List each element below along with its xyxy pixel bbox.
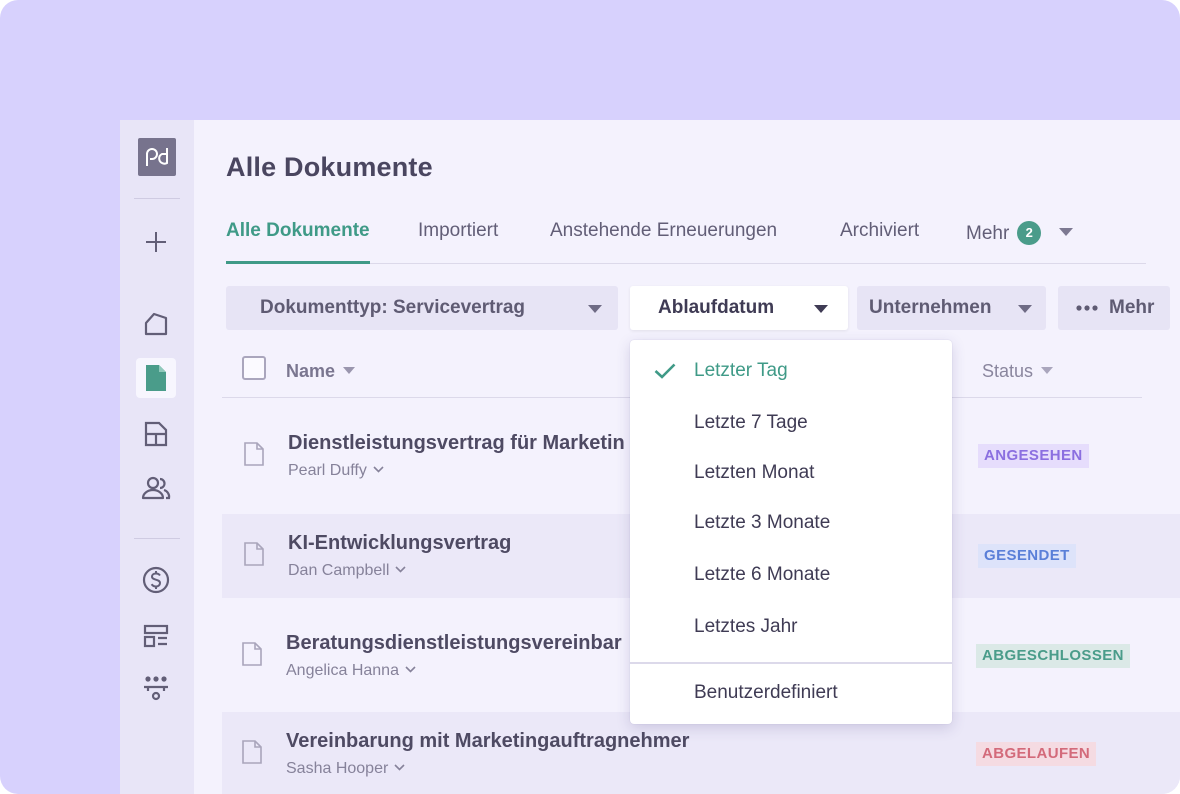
dropdown-option-custom[interactable]: Benutzerdefiniert [630, 668, 952, 718]
document-owner-name: Dan Campbell [288, 562, 390, 579]
document-icon [242, 642, 262, 666]
chevron-down-icon [1059, 216, 1074, 246]
filter-more-button[interactable]: Mehr [1058, 286, 1170, 330]
sidebar-item-home[interactable] [136, 304, 176, 344]
status-badge: GESENDET [978, 544, 1076, 568]
tab-upcoming-renewals[interactable]: Anstehende Erneuerungen [550, 216, 777, 264]
sidebar-item-contacts[interactable] [136, 468, 176, 508]
sidebar-item-templates[interactable] [136, 414, 176, 454]
tab-more[interactable]: Mehr 2 [966, 216, 1074, 264]
sidebar [120, 120, 194, 794]
sidebar-divider [134, 538, 180, 539]
dropdown-option-label: Letzter Tag [694, 360, 788, 381]
tab-more-label: Mehr [966, 223, 1010, 244]
document-title[interactable]: Beratungsdienstleistungsvereinbar [286, 632, 622, 655]
background-frame: Alle Dokumente Alle Dokumente Importiert… [0, 0, 1180, 794]
forms-icon [143, 624, 169, 648]
more-dots-icon [1076, 305, 1098, 311]
document-icon [244, 442, 264, 466]
select-all-checkbox[interactable] [242, 356, 266, 380]
tab-bar: Alle Dokumente Importiert Anstehende Ern… [226, 216, 1146, 264]
filter-expiry-date[interactable]: Ablaufdatum [630, 286, 848, 330]
chevron-down-icon [405, 660, 416, 678]
sidebar-item-forms[interactable] [136, 616, 176, 656]
document-title[interactable]: Vereinbarung mit Marketingauftragnehmer [286, 730, 689, 753]
dropdown-divider [630, 662, 952, 664]
dropdown-option-last-month[interactable]: Letzten Monat [630, 448, 952, 498]
dropdown-option-last-7-days[interactable]: Letzte 7 Tage [630, 398, 952, 448]
table-row[interactable]: Vereinbarung mit Marketingauftragnehmer … [222, 712, 1180, 794]
template-icon [144, 421, 168, 447]
tab-all-documents[interactable]: Alle Dokumente [226, 216, 370, 264]
sidebar-item-documents[interactable] [136, 358, 176, 398]
chevron-down-icon [395, 560, 406, 578]
tab-more-count-badge: 2 [1017, 221, 1042, 245]
document-icon [244, 542, 264, 566]
chevron-down-icon [1018, 305, 1032, 313]
document-owner[interactable]: Dan Campbell [288, 560, 406, 580]
document-owner-name: Pearl Duffy [288, 462, 367, 479]
filter-document-type[interactable]: Dokumenttyp: Servicevertrag [226, 286, 618, 330]
tab-archived[interactable]: Archiviert [840, 216, 919, 264]
tab-imported[interactable]: Importiert [418, 216, 498, 264]
dropdown-option-last-year[interactable]: Letztes Jahr [630, 602, 952, 652]
dropdown-option-last-6-months[interactable]: Letzte 6 Monate [630, 550, 952, 600]
filter-expiry-date-label: Ablaufdatum [658, 297, 775, 318]
logo-icon [146, 147, 168, 166]
document-owner[interactable]: Pearl Duffy [288, 460, 384, 480]
document-title[interactable]: Dienstleistungsvertrag für Marketin [288, 432, 625, 455]
filter-document-type-label: Dokumenttyp: Servicevertrag [260, 297, 526, 318]
document-owner-name: Sasha Hooper [286, 760, 389, 777]
sidebar-item-payments[interactable] [136, 560, 176, 600]
chevron-down-icon [814, 305, 828, 313]
column-header-name-label: Name [286, 361, 336, 381]
filter-more-label: Mehr [1109, 297, 1155, 318]
home-icon [144, 312, 168, 336]
checkmark-icon [654, 363, 676, 379]
column-header-status[interactable]: Status [982, 358, 1054, 382]
sidebar-item-workflows[interactable] [136, 668, 176, 708]
chevron-down-icon [394, 758, 405, 776]
status-badge: ABGESCHLOSSEN [976, 644, 1130, 668]
dropdown-option-last-day[interactable]: Letzter Tag [630, 346, 952, 396]
sort-caret-icon [1041, 358, 1054, 379]
logo[interactable] [138, 138, 176, 176]
document-owner[interactable]: Angelica Hanna [286, 660, 416, 680]
dollar-icon [142, 566, 170, 594]
filter-company-label: Unternehmen [869, 297, 992, 318]
document-title[interactable]: KI-Entwicklungsvertrag [288, 532, 511, 555]
chevron-down-icon [373, 460, 384, 478]
sidebar-divider [134, 198, 180, 199]
sort-caret-icon [343, 358, 356, 379]
plus-icon [146, 232, 166, 252]
document-owner[interactable]: Sasha Hooper [286, 758, 405, 778]
create-button[interactable] [136, 222, 176, 262]
column-header-name[interactable]: Name [286, 358, 356, 382]
workflow-icon [144, 676, 168, 701]
expiry-date-dropdown: Letzter Tag Letzte 7 Tage Letzten Monat … [630, 340, 952, 724]
document-icon [242, 740, 262, 764]
page-title: Alle Dokumente [226, 152, 433, 182]
status-badge: ABGELAUFEN [976, 742, 1097, 766]
contacts-icon [141, 476, 171, 500]
document-owner-name: Angelica Hanna [286, 662, 399, 679]
document-icon [146, 365, 166, 391]
status-badge: ANGESEHEN [978, 444, 1089, 468]
filter-company[interactable]: Unternehmen [857, 286, 1046, 330]
column-header-status-label: Status [982, 361, 1034, 381]
chevron-down-icon [588, 305, 602, 313]
dropdown-option-last-3-months[interactable]: Letzte 3 Monate [630, 498, 952, 548]
